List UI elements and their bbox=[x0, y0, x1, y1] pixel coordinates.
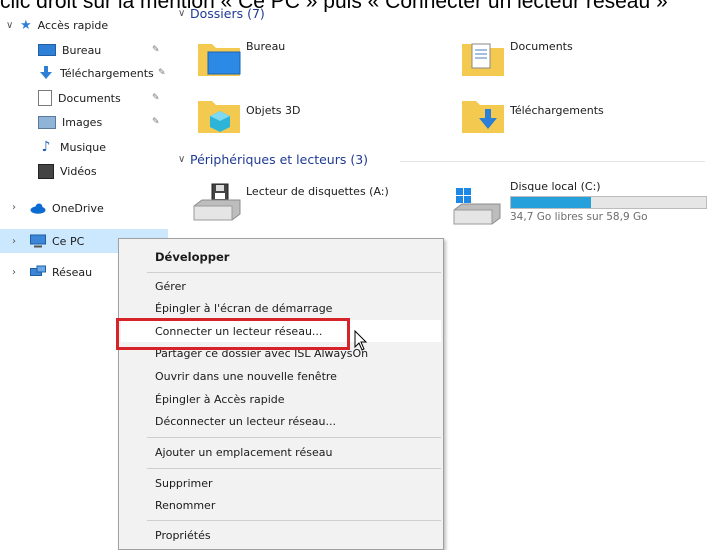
music-icon: ♪ bbox=[41, 139, 51, 155]
nav-quick-access[interactable]: ★ Accès rapide bbox=[20, 15, 108, 35]
menu-item-properties[interactable]: Propriétés bbox=[155, 529, 211, 542]
drive-label: Lecteur de disquettes (A:) bbox=[246, 185, 389, 198]
document-icon bbox=[38, 90, 52, 106]
pin-icon[interactable]: ✎ bbox=[152, 117, 160, 127]
menu-item-gerer[interactable]: Gérer bbox=[155, 280, 186, 293]
nav-item-musique[interactable]: ♪ Musique bbox=[38, 137, 106, 157]
folder-label: Objets 3D bbox=[246, 104, 301, 117]
folder-label: Bureau bbox=[246, 40, 286, 53]
pin-icon[interactable]: ✎ bbox=[152, 93, 160, 103]
menu-separator bbox=[147, 272, 441, 273]
computer-icon bbox=[30, 234, 46, 248]
star-icon: ★ bbox=[20, 17, 32, 33]
caption-text: clic droit sur la mention « Ce PC » puis… bbox=[0, 0, 668, 12]
nav-onedrive[interactable]: OneDrive bbox=[30, 198, 104, 218]
desktop-icon bbox=[38, 44, 56, 56]
chevron-right-icon[interactable]: › bbox=[12, 267, 16, 278]
network-icon bbox=[30, 265, 46, 276]
documents-folder-icon bbox=[462, 43, 504, 76]
nav-item-images[interactable]: Images bbox=[38, 112, 102, 132]
objects-3d-folder-icon bbox=[198, 101, 240, 133]
menu-item-developper[interactable]: Développer bbox=[155, 250, 229, 264]
highlight-box bbox=[116, 318, 350, 350]
cloud-icon bbox=[30, 203, 46, 214]
menu-item-delete[interactable]: Supprimer bbox=[155, 477, 213, 490]
menu-separator bbox=[147, 520, 441, 521]
chevron-down-icon[interactable]: ∨ bbox=[6, 20, 13, 31]
nav-item-label: Documents bbox=[58, 91, 121, 105]
nav-this-pc-label: Ce PC bbox=[52, 234, 85, 248]
menu-item-add-network-location[interactable]: Ajouter un emplacement réseau bbox=[155, 446, 332, 459]
nav-item-label: Vidéos bbox=[60, 164, 97, 178]
disk-usage-bar bbox=[510, 196, 707, 209]
folder-bureau[interactable] bbox=[196, 38, 246, 78]
folder-label: Téléchargements bbox=[510, 104, 604, 117]
pin-icon[interactable]: ✎ bbox=[158, 68, 166, 78]
nav-network-label: Réseau bbox=[52, 265, 93, 279]
video-icon bbox=[38, 163, 54, 179]
folder-telechargements[interactable] bbox=[460, 95, 510, 135]
drive-floppy[interactable] bbox=[192, 182, 244, 222]
drive-local-c[interactable] bbox=[452, 186, 504, 226]
nav-item-label: Téléchargements bbox=[60, 66, 154, 80]
desktop-folder-icon bbox=[198, 44, 241, 76]
disk-usage-fill bbox=[511, 197, 591, 208]
folder-documents[interactable] bbox=[460, 38, 510, 78]
nav-this-pc[interactable]: Ce PC bbox=[30, 231, 84, 251]
nav-item-videos[interactable]: Vidéos bbox=[38, 161, 97, 181]
menu-item-rename[interactable]: Renommer bbox=[155, 499, 215, 512]
folders-section-header[interactable]: Dossiers (7) bbox=[190, 6, 265, 21]
nav-item-telechargements[interactable]: Téléchargements bbox=[38, 63, 154, 83]
local-disk-icon bbox=[453, 188, 501, 225]
image-icon bbox=[38, 115, 56, 129]
devices-section-header[interactable]: Périphériques et lecteurs (3) bbox=[190, 152, 368, 167]
downloads-folder-icon bbox=[462, 101, 504, 133]
download-icon bbox=[40, 66, 52, 79]
menu-item-disconnect-network-drive[interactable]: Déconnecter un lecteur réseau... bbox=[155, 415, 336, 428]
chevron-right-icon[interactable]: › bbox=[12, 202, 16, 213]
nav-item-label: Musique bbox=[60, 140, 106, 154]
mouse-cursor-icon bbox=[354, 330, 368, 351]
chevron-down-icon[interactable]: ∨ bbox=[178, 154, 185, 165]
pin-icon[interactable]: ✎ bbox=[152, 45, 160, 55]
context-menu: Développer Gérer Épingler à l'écran de d… bbox=[118, 238, 444, 550]
nav-onedrive-label: OneDrive bbox=[52, 201, 104, 215]
nav-item-label: Images bbox=[62, 115, 103, 129]
nav-item-label: Bureau bbox=[62, 43, 102, 57]
nav-item-bureau[interactable]: Bureau bbox=[38, 40, 101, 60]
section-divider bbox=[400, 161, 705, 162]
floppy-drive-icon bbox=[193, 183, 241, 221]
nav-network[interactable]: Réseau bbox=[30, 262, 92, 282]
menu-item-pin-start[interactable]: Épingler à l'écran de démarrage bbox=[155, 302, 332, 315]
menu-separator bbox=[147, 468, 441, 469]
nav-quick-access-label: Accès rapide bbox=[37, 18, 109, 32]
folder-objets-3d[interactable] bbox=[196, 95, 246, 135]
chevron-down-icon[interactable]: ∨ bbox=[178, 8, 185, 19]
menu-item-open-new-window[interactable]: Ouvrir dans une nouvelle fenêtre bbox=[155, 370, 337, 383]
chevron-right-icon[interactable]: › bbox=[12, 236, 16, 247]
menu-item-pin-quick-access[interactable]: Épingler à Accès rapide bbox=[155, 393, 285, 406]
menu-separator bbox=[147, 437, 441, 438]
folder-label: Documents bbox=[510, 40, 573, 53]
disk-free-text: 34,7 Go libres sur 58,9 Go bbox=[510, 211, 648, 223]
drive-label: Disque local (C:) bbox=[510, 180, 601, 193]
nav-item-documents[interactable]: Documents bbox=[38, 88, 121, 108]
